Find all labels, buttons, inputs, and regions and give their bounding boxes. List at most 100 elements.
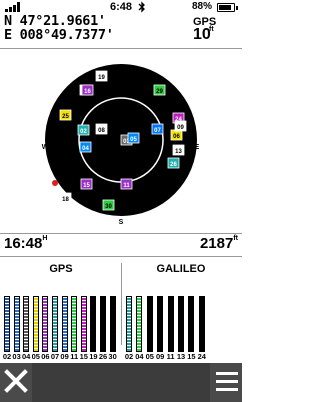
longitude: E 008°49.7377' bbox=[4, 27, 114, 43]
satellite-id: 06 bbox=[173, 134, 180, 140]
signal-bar bbox=[90, 292, 97, 352]
elevation-value: 2187 bbox=[199, 235, 234, 252]
gps-accuracy-unit: ft bbox=[209, 26, 214, 33]
signal-bar-label: 04 bbox=[135, 352, 144, 361]
signal-bar-label: 03 bbox=[12, 352, 21, 361]
signal-bar-label: 05 bbox=[31, 352, 40, 361]
signal-bar-label: 11 bbox=[70, 352, 79, 361]
status-bar: 6:48 88% bbox=[0, 0, 242, 14]
group-separator bbox=[121, 263, 122, 345]
signal-bar-fill bbox=[146, 296, 153, 352]
close-button[interactable] bbox=[0, 363, 32, 402]
satellite-skyplot: N E S W 19293116252407020408030506092613… bbox=[42, 64, 200, 226]
time-value: 16:48 bbox=[4, 235, 43, 252]
galileo-group-label: GALILEO bbox=[156, 263, 206, 275]
signal-bar-label: 15 bbox=[79, 352, 88, 361]
time-field: 16:48H bbox=[4, 235, 47, 252]
signal-bar-label: 11 bbox=[166, 352, 175, 361]
signal-bar-fill bbox=[80, 296, 87, 352]
satellite-marker: 18 bbox=[59, 192, 72, 204]
signal-bar-label: 15 bbox=[187, 352, 196, 361]
signal-bar-label: 19 bbox=[89, 352, 98, 361]
satellite-marker: 06 bbox=[170, 129, 183, 141]
satellite-id: 02 bbox=[80, 129, 87, 135]
menu-icon bbox=[216, 372, 238, 392]
satellite-id: 29 bbox=[156, 89, 163, 95]
satellite-id: 15 bbox=[83, 183, 90, 189]
signal-bar bbox=[178, 292, 184, 352]
signal-bar bbox=[52, 292, 58, 352]
position-readout: N 47°21.9661' E 008°49.7377' bbox=[4, 14, 174, 42]
signal-bar-fill bbox=[42, 296, 49, 352]
signal-bar-fill bbox=[178, 296, 184, 352]
satellite-id: 18 bbox=[62, 197, 69, 203]
signal-bar-fill bbox=[4, 296, 10, 352]
latitude: N 47°21.9661' bbox=[4, 13, 106, 29]
signal-bar-fill bbox=[198, 296, 205, 352]
signal-bar-fill bbox=[13, 296, 20, 352]
signal-bar-label: 02 bbox=[124, 352, 134, 361]
satellite-id: 26 bbox=[170, 162, 177, 168]
signal-bar bbox=[136, 292, 143, 352]
signal-bar-fill bbox=[136, 296, 143, 352]
satellite-id: 13 bbox=[175, 149, 182, 155]
satellite-id: 04 bbox=[82, 146, 89, 152]
signal-bar bbox=[126, 292, 132, 352]
satellite-marker: 15 bbox=[80, 178, 93, 190]
signal-bar-label: 05 bbox=[145, 352, 154, 361]
signal-bar bbox=[167, 292, 174, 352]
time-unit: H bbox=[42, 235, 48, 242]
signal-bar-label: 06 bbox=[41, 352, 50, 361]
signal-bar-label: 13 bbox=[176, 352, 186, 361]
satellite-marker: 09 bbox=[174, 120, 187, 132]
signal-bar-fill bbox=[61, 296, 68, 352]
signal-bar-fill bbox=[167, 296, 174, 352]
satellite-id: 25 bbox=[62, 114, 69, 120]
compass-north: N bbox=[118, 69, 123, 76]
satellite-id: 11 bbox=[123, 183, 130, 189]
signal-bar-label: 26 bbox=[98, 352, 108, 361]
sun-marker bbox=[52, 180, 58, 186]
divider bbox=[0, 233, 242, 234]
satellite-marker: 11 bbox=[120, 178, 133, 190]
signal-bar bbox=[198, 292, 205, 352]
elevation-unit: ft bbox=[233, 235, 238, 242]
signal-bar-label: 04 bbox=[22, 352, 31, 361]
signal-bar bbox=[188, 292, 195, 352]
satellite-marker: 04 bbox=[79, 141, 92, 153]
satellite-marker: 08 bbox=[95, 123, 108, 135]
satellite-marker: 25 bbox=[59, 109, 72, 121]
compass-south: S bbox=[119, 219, 124, 226]
elevation-field: 2187ft bbox=[200, 235, 238, 252]
satellite-id: 08 bbox=[98, 128, 105, 134]
close-icon bbox=[4, 369, 28, 393]
signal-bar-fill bbox=[52, 296, 58, 352]
signal-bar-fill bbox=[100, 296, 106, 352]
signal-bar bbox=[4, 292, 10, 352]
satellite-marker: 29 bbox=[153, 84, 166, 96]
signal-bar bbox=[13, 292, 20, 352]
menu-button[interactable] bbox=[210, 363, 242, 402]
satellite-marker: 30 bbox=[102, 199, 115, 211]
signal-bar bbox=[80, 292, 87, 352]
satellite-id: 19 bbox=[98, 75, 105, 81]
satellite-marker: 05 bbox=[127, 132, 140, 144]
satellite-id: 07 bbox=[154, 128, 161, 134]
signal-bar-label: 24 bbox=[197, 352, 206, 361]
divider bbox=[0, 48, 242, 49]
satellite-marker: 26 bbox=[167, 157, 180, 169]
satellite-id: 05 bbox=[130, 137, 137, 143]
signal-bar bbox=[146, 292, 153, 352]
signal-bar-fill bbox=[90, 296, 97, 352]
compass-east: E bbox=[195, 144, 200, 151]
signal-bar-label: 09 bbox=[60, 352, 69, 361]
compass-west: W bbox=[42, 144, 49, 151]
battery-percent: 88% bbox=[192, 1, 213, 12]
signal-bar-fill bbox=[23, 296, 30, 352]
signal-bar bbox=[109, 292, 116, 352]
signal-bar-fill bbox=[157, 296, 164, 352]
signal-bar bbox=[32, 292, 39, 352]
battery-icon bbox=[217, 3, 238, 12]
bottom-nav bbox=[0, 363, 242, 402]
signal-bar bbox=[71, 292, 78, 352]
